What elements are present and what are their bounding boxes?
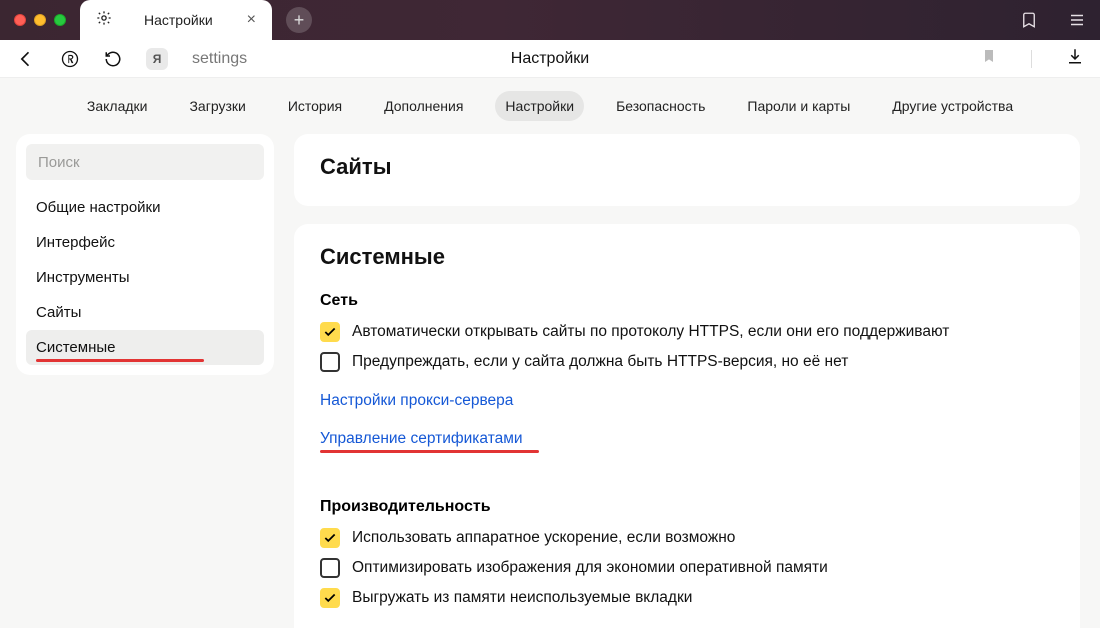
sidebar-item[interactable]: Системные [26, 330, 264, 365]
top-nav-item[interactable]: Пароли и карты [737, 91, 860, 121]
address-url[interactable]: settings [192, 50, 247, 68]
site-identity-icon[interactable]: Я [146, 48, 168, 70]
top-nav-item[interactable]: Другие устройства [882, 91, 1023, 121]
collections-icon[interactable] [1020, 11, 1038, 29]
checkbox[interactable] [320, 322, 340, 342]
option-label: Использовать аппаратное ускорение, если … [352, 529, 735, 547]
top-nav-item[interactable]: Безопасность [606, 91, 715, 121]
menu-icon[interactable] [1068, 11, 1086, 29]
performance-option: Выгружать из памяти неиспользуемые вклад… [320, 588, 1054, 608]
top-nav-item[interactable]: Загрузки [179, 91, 255, 121]
bookmark-icon[interactable] [981, 48, 997, 69]
gear-icon [96, 10, 112, 31]
back-button[interactable] [16, 49, 36, 69]
checkbox[interactable] [320, 558, 340, 578]
sidebar-item[interactable]: Сайты [26, 295, 264, 330]
new-tab-button[interactable]: + [286, 7, 312, 33]
address-bar: Я settings Настройки [0, 40, 1100, 78]
option-label: Предупреждать, если у сайта должна быть … [352, 353, 848, 371]
sidebar-item[interactable]: Интерфейс [26, 225, 264, 260]
close-window-button[interactable] [14, 14, 26, 26]
minimize-window-button[interactable] [34, 14, 46, 26]
top-nav-item[interactable]: Дополнения [374, 91, 473, 121]
top-nav-item[interactable]: Настройки [495, 91, 584, 121]
performance-option: Использовать аппаратное ускорение, если … [320, 528, 1054, 548]
downloads-icon[interactable] [1066, 47, 1084, 70]
sites-card-title: Сайты [320, 154, 1054, 180]
yandex-logo-icon[interactable] [60, 49, 80, 69]
close-tab-button[interactable]: × [245, 10, 258, 30]
performance-option: Оптимизировать изображения для экономии … [320, 558, 1054, 578]
checkbox[interactable] [320, 588, 340, 608]
settings-top-nav: Закладки Загрузки История Дополнения Настрой… [0, 78, 1100, 134]
sidebar-search-input[interactable]: Поиск [26, 144, 264, 180]
sites-card: Сайты [294, 134, 1080, 206]
proxy-settings-link[interactable]: Настройки прокси-сервера [320, 392, 513, 410]
performance-heading: Производительность [320, 498, 1054, 516]
window-titlebar: Настройки × + [0, 0, 1100, 40]
top-nav-item[interactable]: История [278, 91, 352, 121]
sidebar-item[interactable]: Общие настройки [26, 190, 264, 225]
reload-button[interactable] [104, 50, 122, 68]
maximize-window-button[interactable] [54, 14, 66, 26]
option-label: Автоматически открывать сайты по протоко… [352, 323, 949, 341]
option-label: Оптимизировать изображения для экономии … [352, 559, 828, 577]
top-nav-item[interactable]: Закладки [77, 91, 158, 121]
checkbox[interactable] [320, 352, 340, 372]
system-card-title: Системные [320, 244, 1054, 270]
search-placeholder: Поиск [38, 154, 80, 171]
manage-certificates-link[interactable]: Управление сертификатами [320, 430, 523, 448]
network-option: Предупреждать, если у сайта должна быть … [320, 352, 1054, 372]
network-option: Автоматически открывать сайты по протоко… [320, 322, 1054, 342]
window-controls [0, 14, 66, 26]
checkbox[interactable] [320, 528, 340, 548]
system-card: Системные Сеть Автоматически открывать с… [294, 224, 1080, 628]
network-heading: Сеть [320, 292, 1054, 310]
browser-tab[interactable]: Настройки × [80, 0, 272, 40]
page-title: Настройки [511, 50, 589, 68]
settings-sidebar: Поиск Общие настройкиИнтерфейсИнструмент… [16, 134, 274, 375]
option-label: Выгружать из памяти неиспользуемые вклад… [352, 589, 692, 607]
tab-title: Настройки [144, 12, 213, 28]
separator [1031, 50, 1032, 68]
sidebar-item[interactable]: Инструменты [26, 260, 264, 295]
